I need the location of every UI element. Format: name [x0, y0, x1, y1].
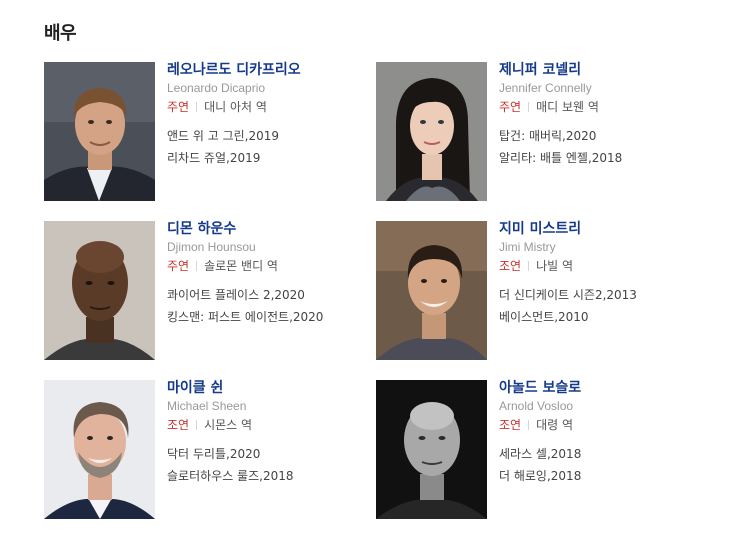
role-name: 시몬스 역: [204, 418, 253, 432]
role-type-label: 주연: [167, 259, 190, 273]
role-name: 나빌 역: [536, 259, 574, 273]
filmography-list: 더 신디케이트 시즌2,2013 베이스먼트,2010: [499, 288, 704, 324]
role-row: 주연 매디 보웬 역: [499, 100, 704, 114]
divider: [196, 420, 198, 430]
actor-info: 지미 미스트리 Jimi Mistry 조연 나빌 역 더 신디케이트 시즌2,2…: [499, 221, 704, 332]
divider: [196, 261, 198, 271]
actor-info: 아놀드 보슬로 Arnold Vosloo 조연 대령 역 세라스 셀,2018 …: [499, 380, 704, 491]
role-type-label: 주연: [167, 100, 190, 114]
actor-info: 디몬 하운수 Djimon Hounsou 주연 솔로몬 밴디 역 콰이어트 플레…: [167, 221, 372, 332]
filmography-list: 닥터 두리틀,2020 슬로터하우스 룰즈,2018: [167, 447, 372, 483]
portrait-image: [44, 221, 155, 360]
filmography-item-link[interactable]: 닥터 두리틀,2020: [167, 447, 372, 461]
role-name: 대령 역: [536, 418, 574, 432]
divider: [528, 420, 530, 430]
section-title: 배우: [44, 23, 77, 44]
actor-photo[interactable]: [44, 221, 155, 360]
actor-info: 마이클 쉰 Michael Sheen 조연 시몬스 역 닥터 두리틀,2020 …: [167, 380, 372, 491]
filmography-item-link[interactable]: 킹스맨: 퍼스트 에이전트,2020: [167, 310, 372, 324]
actor-card: 마이클 쉰 Michael Sheen 조연 시몬스 역 닥터 두리틀,2020 …: [44, 380, 374, 519]
filmography-item-link[interactable]: 베이스먼트,2010: [499, 310, 704, 324]
filmography-list: 탑건: 매버릭,2020 알리타: 배틀 엔젤,2018: [499, 129, 704, 165]
actor-photo[interactable]: [376, 380, 487, 519]
actor-english-name: Jennifer Connelly: [499, 81, 592, 95]
portrait-image: [376, 380, 487, 519]
actor-name-link[interactable]: 레오나르도 디카프리오: [167, 62, 372, 78]
actor-card: 디몬 하운수 Djimon Hounsou 주연 솔로몬 밴디 역 콰이어트 플레…: [44, 221, 374, 360]
actor-english-name: Leonardo Dicaprio: [167, 81, 266, 95]
role-name: 대니 아처 역: [204, 100, 267, 114]
actor-photo[interactable]: [44, 380, 155, 519]
divider: [528, 102, 530, 112]
filmography-item-link[interactable]: 탑건: 매버릭,2020: [499, 129, 704, 143]
actor-english-name: Arnold Vosloo: [499, 399, 574, 413]
portrait-image: [44, 62, 155, 201]
portrait-image: [44, 380, 155, 519]
filmography-item-link[interactable]: 세라스 셀,2018: [499, 447, 704, 461]
actor-name-link[interactable]: 지미 미스트리: [499, 221, 704, 237]
actor-info: 제니퍼 코넬리 Jennifer Connelly 주연 매디 보웬 역 탑건: …: [499, 62, 704, 173]
actor-card: 아놀드 보슬로 Arnold Vosloo 조연 대령 역 세라스 셀,2018 …: [376, 380, 706, 519]
role-row: 조연 대령 역: [499, 418, 704, 432]
actor-photo[interactable]: [376, 62, 487, 201]
actor-english-name: Jimi Mistry: [499, 240, 556, 254]
actor-photo[interactable]: [376, 221, 487, 360]
role-row: 조연 시몬스 역: [167, 418, 372, 432]
divider: [528, 261, 530, 271]
role-name: 솔로몬 밴디 역: [204, 259, 278, 273]
filmography-item-link[interactable]: 리차드 쥬얼,2019: [167, 151, 372, 165]
actor-name-link[interactable]: 디몬 하운수: [167, 221, 372, 237]
role-type-label: 조연: [499, 259, 522, 273]
actor-card: 레오나르도 디카프리오 Leonardo Dicaprio 주연 대니 아처 역 …: [44, 62, 374, 201]
actor-name-link[interactable]: 제니퍼 코넬리: [499, 62, 704, 78]
role-row: 주연 솔로몬 밴디 역: [167, 259, 372, 273]
actor-card: 지미 미스트리 Jimi Mistry 조연 나빌 역 더 신디케이트 시즌2,2…: [376, 221, 706, 360]
actor-name-link[interactable]: 아놀드 보슬로: [499, 380, 704, 396]
portrait-image: [376, 62, 487, 201]
role-type-label: 조연: [499, 418, 522, 432]
filmography-item-link[interactable]: 앤드 위 고 그린,2019: [167, 129, 372, 143]
portrait-image: [376, 221, 487, 360]
role-type-label: 주연: [499, 100, 522, 114]
filmography-item-link[interactable]: 더 신디케이트 시즌2,2013: [499, 288, 704, 302]
filmography-list: 앤드 위 고 그린,2019 리차드 쥬얼,2019: [167, 129, 372, 165]
filmography-item-link[interactable]: 알리타: 배틀 엔젤,2018: [499, 151, 704, 165]
filmography-item-link[interactable]: 콰이어트 플레이스 2,2020: [167, 288, 372, 302]
actor-photo[interactable]: [44, 62, 155, 201]
filmography-item-link[interactable]: 더 해로잉,2018: [499, 469, 704, 483]
role-row: 조연 나빌 역: [499, 259, 704, 273]
actor-name-link[interactable]: 마이클 쉰: [167, 380, 372, 396]
role-name: 매디 보웬 역: [536, 100, 599, 114]
actor-english-name: Michael Sheen: [167, 399, 247, 413]
divider: [196, 102, 198, 112]
role-row: 주연 대니 아처 역: [167, 100, 372, 114]
filmography-item-link[interactable]: 슬로터하우스 룰즈,2018: [167, 469, 372, 483]
filmography-list: 세라스 셀,2018 더 해로잉,2018: [499, 447, 704, 483]
actor-english-name: Djimon Hounsou: [167, 240, 256, 254]
role-type-label: 조연: [167, 418, 190, 432]
actor-card: 제니퍼 코넬리 Jennifer Connelly 주연 매디 보웬 역 탑건: …: [376, 62, 706, 201]
filmography-list: 콰이어트 플레이스 2,2020 킹스맨: 퍼스트 에이전트,2020: [167, 288, 372, 324]
actor-info: 레오나르도 디카프리오 Leonardo Dicaprio 주연 대니 아처 역 …: [167, 62, 372, 173]
